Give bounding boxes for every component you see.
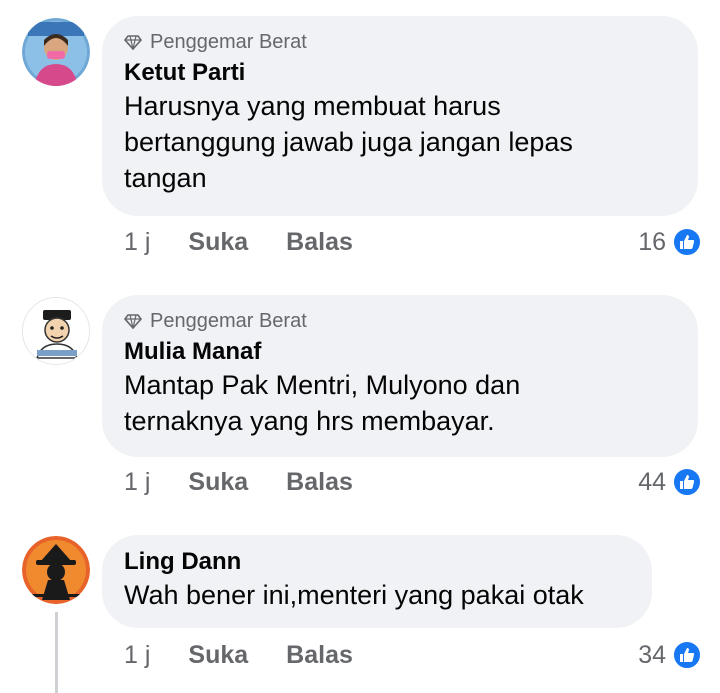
comment-time[interactable]: 1 j <box>124 468 150 497</box>
comment-bubble: Penggemar Berat Ketut Parti Harusnya yan… <box>102 16 698 216</box>
avatar[interactable] <box>22 297 90 365</box>
comment-author[interactable]: Ketut Parti <box>124 58 674 88</box>
top-fan-badge: Penggemar Berat <box>123 309 674 333</box>
top-fan-badge: Penggemar Berat <box>123 30 674 54</box>
reaction-number: 16 <box>638 227 666 256</box>
diamond-icon <box>123 312 143 330</box>
avatar[interactable] <box>22 536 90 604</box>
like-button[interactable]: Suka <box>188 228 248 257</box>
reaction-count[interactable]: 44 <box>638 466 702 498</box>
like-thumb-icon <box>672 640 702 670</box>
reaction-number: 34 <box>638 640 666 669</box>
comment-actions: 1 j Suka Balas <box>124 226 391 258</box>
comment-text-line: Wah bener ini,menteri yang pakai otak <box>124 580 584 610</box>
reply-button[interactable]: Balas <box>286 228 353 257</box>
reaction-number: 44 <box>638 467 666 496</box>
like-button[interactable]: Suka <box>188 641 248 670</box>
badge-label: Penggemar Berat <box>150 309 307 332</box>
thread-line <box>55 612 58 693</box>
like-thumb-icon <box>672 467 702 497</box>
comment-text-line: Harusnya yang membuat harus <box>124 91 501 121</box>
reply-button[interactable]: Balas <box>286 641 353 670</box>
comment-author[interactable]: Ling Dann <box>124 547 628 577</box>
comment-text-line: bertanggung jawab juga jangan lepas <box>124 127 573 157</box>
comment-time[interactable]: 1 j <box>124 641 150 670</box>
comment-bubble: Penggemar Berat Mulia Manaf Mantap Pak M… <box>102 295 698 457</box>
comment-bubble: Ling Dann Wah bener ini,menteri yang pak… <box>102 535 652 628</box>
reaction-count[interactable]: 16 <box>638 226 702 258</box>
comment-actions: 1 j Suka Balas <box>124 466 391 498</box>
avatar[interactable] <box>22 18 90 86</box>
badge-label: Penggemar Berat <box>150 30 307 53</box>
reply-button[interactable]: Balas <box>286 468 353 497</box>
comment-time[interactable]: 1 j <box>124 228 150 257</box>
comment-text-line: Mantap Pak Mentri, Mulyono dan <box>124 370 521 400</box>
reaction-count[interactable]: 34 <box>638 639 702 671</box>
diamond-icon <box>123 33 143 51</box>
comment-text-line: tangan <box>124 163 207 193</box>
like-button[interactable]: Suka <box>188 468 248 497</box>
like-thumb-icon <box>672 227 702 257</box>
comment-actions: 1 j Suka Balas <box>124 639 391 671</box>
comment-text-line: ternaknya yang hrs membayar. <box>124 406 495 436</box>
comment-author[interactable]: Mulia Manaf <box>124 337 674 367</box>
